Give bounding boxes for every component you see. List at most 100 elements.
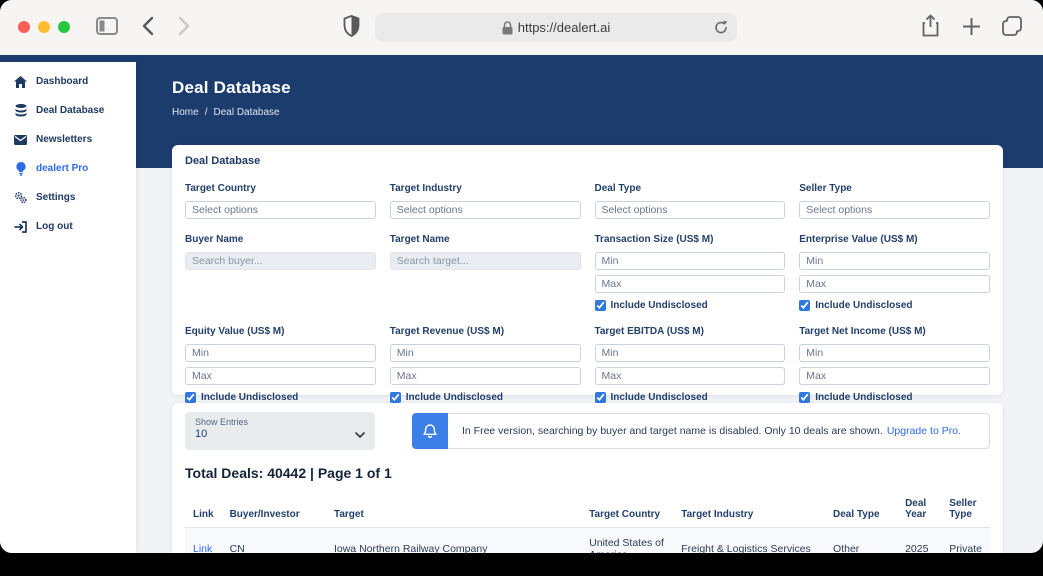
lock-icon: [502, 21, 513, 35]
upgrade-to-pro-link[interactable]: Upgrade to Pro.: [887, 425, 961, 437]
database-icon: [14, 104, 27, 117]
notice-text: In Free version, searching by buyer and …: [462, 425, 883, 437]
filter-label: Enterprise Value (US$ M): [799, 234, 990, 245]
filter-seller-type: Seller Type: [799, 183, 990, 219]
target-ebitda-min-input[interactable]: [595, 344, 786, 362]
filter-label: Target EBITDA (US$ M): [595, 326, 786, 337]
sidebar-item-dashboard[interactable]: Dashboard: [0, 67, 136, 96]
filter-label: Transaction Size (US$ M): [595, 234, 786, 245]
browser-titlebar: https://dealert.ai: [0, 0, 1043, 55]
buyer-cell: CN: [222, 528, 326, 554]
equity-value-max-input[interactable]: [185, 367, 376, 385]
target-revenue-include-undisclosed[interactable]: Include Undisclosed: [390, 392, 581, 403]
sidebar-item-logout[interactable]: Log out: [0, 212, 136, 241]
target-net-income-min-input[interactable]: [799, 344, 990, 362]
sidebar-item-label: Dashboard: [36, 76, 88, 87]
show-entries-select[interactable]: Show Entries 10: [185, 412, 375, 450]
close-window-button[interactable]: [18, 21, 30, 33]
checkbox-label: Include Undisclosed: [815, 300, 912, 311]
transaction-size-max-input[interactable]: [595, 275, 786, 293]
enterprise-value-min-input[interactable]: [799, 252, 990, 270]
target-ebitda-include-undisclosed[interactable]: Include Undisclosed: [595, 392, 786, 403]
target-revenue-max-input[interactable]: [390, 367, 581, 385]
column-header-industry: Target Industry: [673, 493, 825, 528]
checkbox[interactable]: [595, 392, 606, 403]
filter-label: Target Name: [390, 234, 581, 245]
checkbox[interactable]: [390, 392, 401, 403]
checkbox[interactable]: [185, 392, 196, 403]
envelope-icon: [14, 133, 27, 146]
filter-target-name: Target Name: [390, 234, 581, 311]
tab-overview-icon[interactable]: [1001, 15, 1023, 37]
breadcrumb-home[interactable]: Home: [172, 107, 199, 118]
enterprise-value-include-undisclosed[interactable]: Include Undisclosed: [799, 300, 990, 311]
show-entries-label: Show Entries: [195, 417, 365, 427]
target-country-select[interactable]: [185, 201, 376, 219]
target-ebitda-max-input[interactable]: [595, 367, 786, 385]
sidebar-toggle-icon[interactable]: [96, 16, 118, 36]
transaction-size-min-input[interactable]: [595, 252, 786, 270]
filter-target-country: Target Country: [185, 183, 376, 219]
target-net-income-max-input[interactable]: [799, 367, 990, 385]
filter-label: Target Country: [185, 183, 376, 194]
sidebar-item-dealert-pro[interactable]: dealert Pro: [0, 154, 136, 183]
zoom-window-button[interactable]: [58, 21, 70, 33]
deal-type-select[interactable]: [595, 201, 786, 219]
enterprise-value-max-input[interactable]: [799, 275, 990, 293]
back-button[interactable]: [142, 16, 154, 36]
column-header-buyer: Buyer/Investor: [222, 493, 326, 528]
equity-value-min-input[interactable]: [185, 344, 376, 362]
sidebar-item-settings[interactable]: Settings: [0, 183, 136, 212]
industry-cell: Freight & Logistics Services: [673, 528, 825, 554]
seller-type-select[interactable]: [799, 201, 990, 219]
share-icon[interactable]: [921, 14, 940, 38]
buyer-name-input[interactable]: [185, 252, 376, 270]
checkbox-label: Include Undisclosed: [406, 392, 503, 403]
column-header-target: Target: [326, 493, 581, 528]
column-header-link: Link: [185, 493, 222, 528]
column-header-country: Target Country: [581, 493, 673, 528]
sidebar-item-label: Deal Database: [36, 105, 104, 116]
filter-equity-value: Equity Value (US$ M) Include Undisclosed: [185, 326, 376, 403]
country-cell: United States of America: [581, 528, 673, 554]
sidebar-item-label: Newsletters: [36, 134, 92, 145]
table-header-row: Link Buyer/Investor Target Target Countr…: [185, 493, 990, 528]
checkbox[interactable]: [799, 300, 810, 311]
privacy-shield-icon[interactable]: [343, 15, 360, 37]
column-header-deal-type: Deal Type: [825, 493, 897, 528]
lightbulb-icon: [14, 162, 27, 175]
checkbox-label: Include Undisclosed: [815, 392, 912, 403]
forward-button[interactable]: [178, 16, 190, 36]
sidebar-item-newsletters[interactable]: Newsletters: [0, 125, 136, 154]
sidebar: Dashboard Deal Database Newsletters deal…: [0, 62, 136, 553]
address-bar[interactable]: https://dealert.ai: [375, 13, 737, 42]
deal-link[interactable]: Link: [193, 543, 212, 553]
filter-card: Deal Database Target Country Target Indu…: [172, 145, 1003, 395]
column-header-deal-year: Deal Year: [897, 493, 941, 528]
new-tab-icon[interactable]: [962, 17, 981, 36]
minimize-window-button[interactable]: [38, 21, 50, 33]
target-net-income-include-undisclosed[interactable]: Include Undisclosed: [799, 392, 990, 403]
filter-enterprise-value: Enterprise Value (US$ M) Include Undiscl…: [799, 234, 990, 311]
equity-value-include-undisclosed[interactable]: Include Undisclosed: [185, 392, 376, 403]
table-row: Link CN Iowa Northern Railway Company Un…: [185, 528, 990, 554]
filter-buyer-name: Buyer Name: [185, 234, 376, 311]
sidebar-item-deal-database[interactable]: Deal Database: [0, 96, 136, 125]
target-industry-select[interactable]: [390, 201, 581, 219]
sidebar-item-label: Log out: [36, 221, 73, 232]
bell-icon: [412, 413, 448, 449]
filter-deal-type: Deal Type: [595, 183, 786, 219]
target-name-input[interactable]: [390, 252, 581, 270]
home-icon: [14, 75, 27, 88]
filter-target-ebitda: Target EBITDA (US$ M) Include Undisclose…: [595, 326, 786, 403]
filter-transaction-size: Transaction Size (US$ M) Include Undiscl…: [595, 234, 786, 311]
checkbox-label: Include Undisclosed: [611, 392, 708, 403]
transaction-size-include-undisclosed[interactable]: Include Undisclosed: [595, 300, 786, 311]
filter-label: Target Industry: [390, 183, 581, 194]
gears-icon: [14, 191, 27, 204]
checkbox[interactable]: [595, 300, 606, 311]
checkbox[interactable]: [799, 392, 810, 403]
reload-icon[interactable]: [714, 20, 728, 38]
page-title: Deal Database: [172, 78, 291, 98]
target-revenue-min-input[interactable]: [390, 344, 581, 362]
